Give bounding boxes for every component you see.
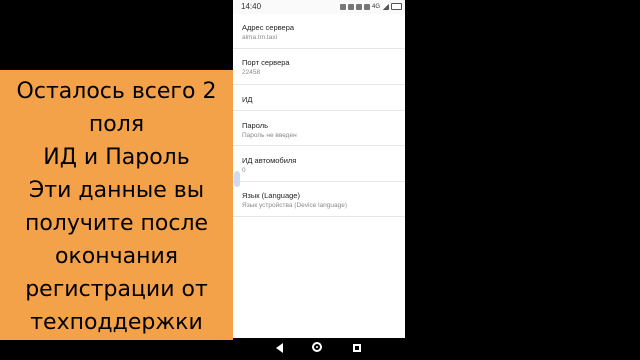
home-icon[interactable]	[312, 342, 322, 352]
setting-value: Язык устройства (Device language)	[242, 202, 348, 209]
callout-line: техподдержки	[30, 310, 203, 335]
callout-line: окончания	[55, 244, 178, 269]
setting-title: Адрес сервера	[242, 23, 295, 32]
setting-title: Пароль	[242, 121, 269, 130]
callout-line: поля	[88, 112, 145, 137]
instruction-callout: Осталось всего 2 поля ИД и Пароль Эти да…	[0, 70, 233, 340]
callout-line: ИД и Пароль	[43, 145, 190, 170]
settings-list: Адрес сервера alma.tm.taxi Порт сервера …	[233, 14, 405, 217]
status-time: 14:40	[241, 2, 262, 11]
setting-password[interactable]: Пароль Пароль не введен	[233, 111, 405, 146]
setting-id[interactable]: ИД	[233, 85, 405, 111]
recent-apps-icon[interactable]	[353, 344, 361, 352]
setting-title: ИД автомобиля	[242, 156, 297, 165]
setting-server-address[interactable]: Адрес сервера alma.tm.taxi	[233, 14, 405, 49]
setting-value: Пароль не введен	[242, 132, 297, 139]
setting-title: Порт сервера	[242, 58, 290, 67]
callout-line: регистрации от	[25, 277, 208, 302]
settings-icon	[347, 3, 354, 10]
setting-value: alma.tm.taxi	[242, 34, 278, 41]
status-bar: 14:40 4G	[233, 0, 405, 14]
image-icon	[339, 3, 346, 10]
setting-car-id[interactable]: ИД автомобиля 0	[233, 146, 405, 182]
back-icon[interactable]	[276, 343, 283, 353]
callout-line: Эти данные вы	[28, 178, 205, 203]
status-icons: 4G	[339, 3, 402, 10]
wifi-icon	[363, 3, 370, 10]
setting-value: 0	[242, 167, 246, 174]
setting-value: 22458	[242, 69, 261, 76]
signal-icon	[382, 3, 389, 10]
callout-line: Осталось всего 2	[16, 79, 217, 104]
scroll-handle[interactable]	[234, 171, 240, 187]
setting-title: ИД	[242, 95, 253, 104]
phone-screen: 14:40 4G Адрес сервера alma.tm.taxi Порт…	[233, 0, 405, 360]
setting-title: Язык (Language)	[242, 191, 300, 200]
callout-line: получите после	[24, 211, 209, 236]
4g-icon: 4G	[371, 3, 380, 10]
battery-icon	[391, 3, 402, 10]
navigation-bar	[233, 338, 405, 360]
setting-language[interactable]: Язык (Language) Язык устройства (Device …	[233, 182, 405, 217]
setting-server-port[interactable]: Порт сервера 22458	[233, 49, 405, 85]
alarm-icon	[355, 3, 362, 10]
